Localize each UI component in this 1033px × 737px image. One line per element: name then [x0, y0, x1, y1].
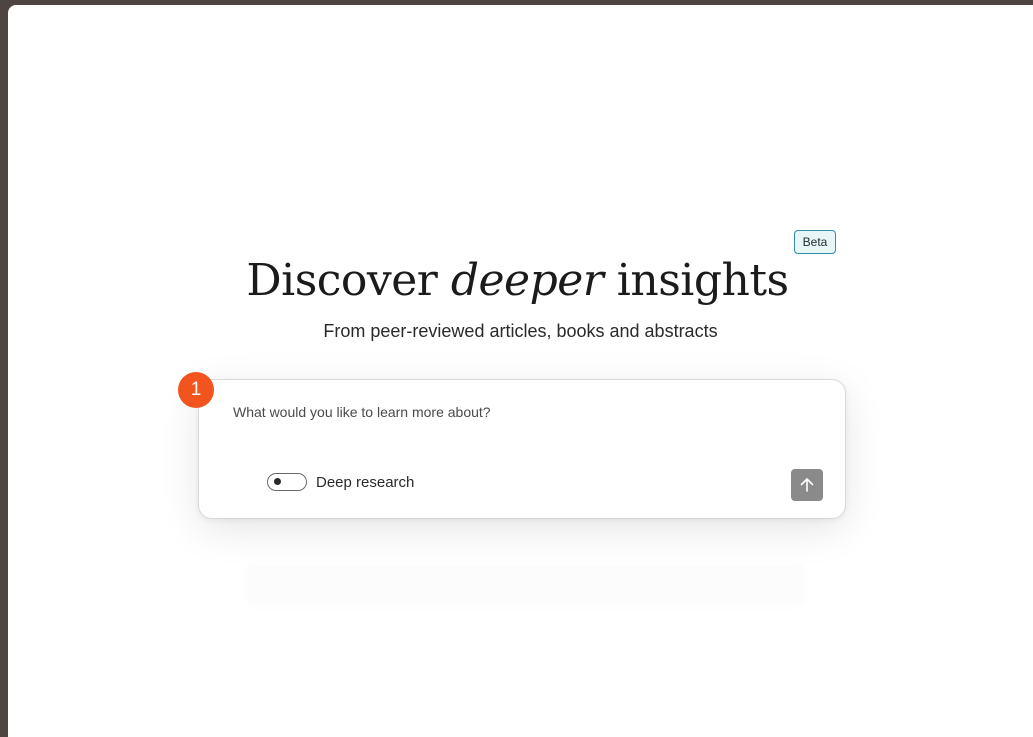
search-card: Deep research: [198, 379, 846, 519]
app-window: Discover deeper insights Beta From peer-…: [8, 5, 1033, 737]
submit-button[interactable]: [791, 469, 823, 501]
title-text-end: insights: [603, 255, 789, 306]
faded-suggestion-area: [248, 565, 804, 605]
deep-research-label: Deep research: [316, 473, 415, 491]
page-title: Discover deeper insights: [246, 251, 789, 311]
toggle-knob: [274, 478, 281, 485]
title-text-start: Discover: [246, 255, 451, 306]
beta-badge: Beta: [794, 230, 836, 254]
arrow-up-icon: [800, 478, 814, 492]
search-input[interactable]: [233, 400, 793, 424]
toggle-switch[interactable]: [267, 473, 307, 491]
title-emphasis: deeper: [450, 255, 604, 306]
step-annotation-badge: 1: [178, 372, 214, 408]
hero-heading: Discover deeper insights: [8, 251, 1033, 311]
page-subtitle: From peer-reviewed articles, books and a…: [323, 321, 718, 341]
deep-research-toggle[interactable]: Deep research: [267, 471, 414, 493]
